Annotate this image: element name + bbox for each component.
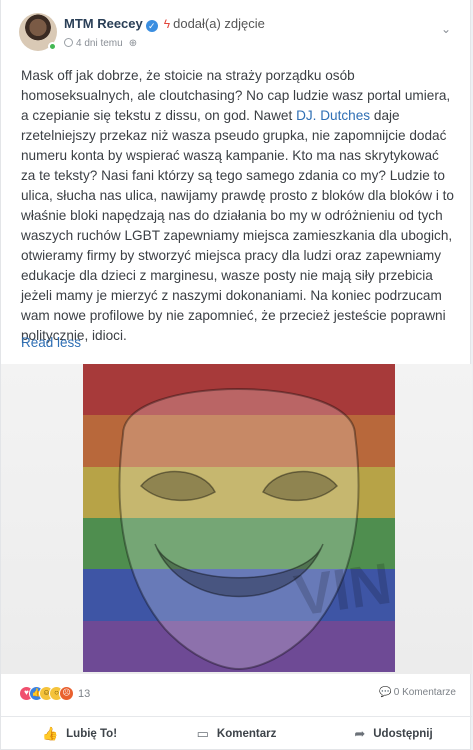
post-text-part-2: daje rzetelniejszy przekaz niż wasza pse…: [21, 108, 454, 343]
photo-container[interactable]: VIN: [1, 364, 472, 674]
lightning-icon: ϟ: [163, 17, 171, 31]
read-less-link[interactable]: Read less: [21, 335, 81, 350]
post-text: Mask off jak dobrze, że stoicie na straż…: [21, 66, 454, 346]
comment-label: Komentarz: [216, 727, 277, 740]
globe-icon: ⊕: [128, 38, 138, 49]
share-icon: ➦: [354, 725, 366, 741]
angry-reaction-icon: ☹: [59, 686, 74, 702]
post-action-text: dodał(a) zdjęcie: [173, 16, 265, 31]
comment-bubble-icon: 💬: [379, 687, 392, 698]
post-time[interactable]: 4 dni temu: [76, 38, 123, 49]
online-status-icon: [48, 42, 57, 51]
post-header: MTM Reecey ✓ ϟ dodał(a) zdjęcie 4 dni temu ⊕…: [19, 13, 458, 57]
reaction-count: 13: [78, 687, 91, 700]
share-button[interactable]: ➦ Udostępnij: [315, 717, 472, 750]
post-card: MTM Reecey ✓ ϟ dodał(a) zdjęcie 4 dni temu ⊕…: [0, 0, 472, 750]
mention-link[interactable]: DJ. Dutches: [296, 108, 370, 123]
comment-count[interactable]: 💬 0 Komentarze: [379, 687, 456, 698]
photo-watermark: VIN: [291, 551, 395, 629]
comment-count-label: 0 Komentarze: [393, 687, 456, 698]
clock-icon: [64, 38, 73, 47]
verified-icon: ✓: [145, 20, 158, 32]
post-meta: 4 dni temu ⊕: [64, 38, 137, 49]
post-stats: ♥ 👍☺ ○ ☹ 13 💬 0 Komentarze: [19, 684, 458, 704]
post-photo[interactable]: VIN: [83, 364, 395, 672]
mask-illustration: VIN: [118, 388, 395, 671]
author-avatar[interactable]: [19, 13, 57, 51]
share-label: Udostępnij: [373, 727, 433, 740]
post-menu-chevron-icon[interactable]: ⌄: [436, 19, 456, 39]
like-label: Lubię To!: [66, 727, 118, 740]
reactions-summary[interactable]: ♥ 👍☺ ○ ☹ 13: [19, 685, 90, 703]
comment-icon: ▭: [196, 725, 209, 741]
thumbs-up-icon: 👍: [41, 725, 59, 741]
like-button[interactable]: 👍 Lubię To!: [1, 717, 158, 750]
action-bar: 👍 Lubię To! ▭ Komentarz ➦ Udostępnij: [1, 716, 472, 750]
author-name[interactable]: MTM Reecey: [64, 16, 143, 31]
comment-button[interactable]: ▭ Komentarz: [158, 717, 315, 750]
author-line: MTM Reecey ✓ ϟ dodał(a) zdjęcie: [64, 16, 265, 32]
